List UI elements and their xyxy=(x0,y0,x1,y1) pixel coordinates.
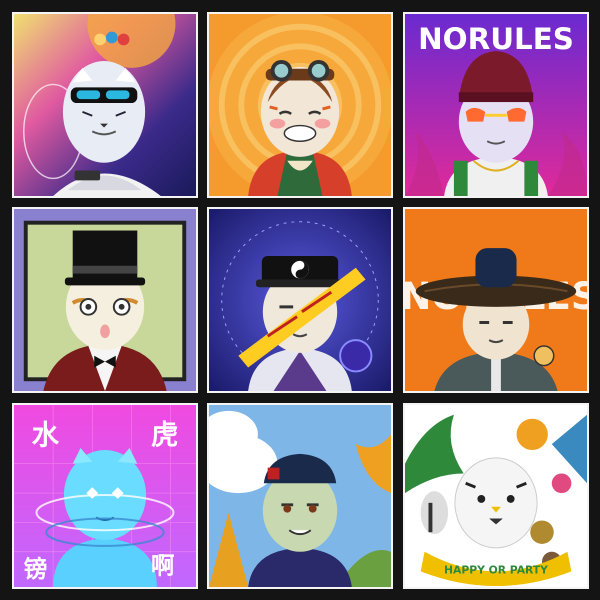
top-hat-tiger-art xyxy=(14,209,196,391)
tile-norules-beanie-tiger[interactable]: NORULES xyxy=(403,12,589,198)
party-tiger-art: HAPPY OR PARTY xyxy=(405,405,587,587)
bamboo-hat-tiger-art: NORULES xyxy=(405,209,587,391)
tile-astronaut-tiger[interactable] xyxy=(12,12,198,198)
brand-text: NORULES xyxy=(418,22,574,56)
tile-autumn-tiger[interactable] xyxy=(207,403,393,589)
bottom-right-character: 啊 xyxy=(151,551,174,579)
bottom-left-character: 镑 xyxy=(24,555,47,583)
nft-tiger-collage: NORULES 水 虎 镑 啊 HAPPY OR PARTY xyxy=(0,0,600,600)
aviator-tiger-art xyxy=(209,14,391,196)
tile-party-tiger[interactable]: HAPPY OR PARTY xyxy=(403,403,589,589)
tile-water-tiger[interactable]: 水 虎 镑 啊 xyxy=(12,403,198,589)
tile-top-hat-tiger[interactable] xyxy=(12,207,198,393)
tile-taoist-tiger[interactable] xyxy=(207,207,393,393)
water-tiger-art: 水 虎 镑 啊 xyxy=(14,405,196,587)
beanie-tiger-art: NORULES xyxy=(405,14,587,196)
astronaut-tiger-art xyxy=(14,14,196,196)
title-left-character: 水 xyxy=(32,420,60,451)
title-right-character: 虎 xyxy=(151,420,178,451)
tile-aviator-tiger[interactable] xyxy=(207,12,393,198)
autumn-tiger-art xyxy=(209,405,391,587)
party-banner: HAPPY OR PARTY xyxy=(444,563,548,576)
tile-bamboo-hat-tiger[interactable]: NORULES xyxy=(403,207,589,393)
taoist-tiger-art xyxy=(209,209,391,391)
